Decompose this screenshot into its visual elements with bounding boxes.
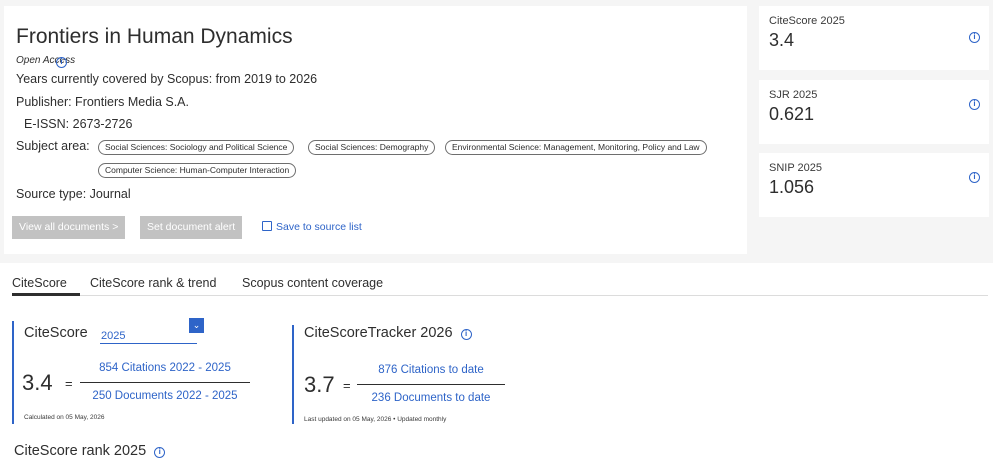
eissn: E-ISSN: 2673-2726 [24, 117, 133, 131]
subject-chip[interactable]: Environmental Science: Management, Monit… [445, 140, 707, 155]
metric-label: CiteScore 2025 [769, 15, 845, 27]
subject-area-label: Subject area: [16, 139, 90, 153]
info-icon[interactable]: i [460, 329, 472, 340]
citescore-rank-title: CiteScore rank 2025 i [14, 443, 166, 459]
tab-citescore-rank-trend[interactable]: CiteScore rank & trend [90, 276, 216, 290]
metric-label: SJR 2025 [769, 89, 818, 101]
tracker-value: 3.7 [304, 372, 335, 397]
tracker-accent-bar [292, 325, 294, 424]
metric-label: SNIP 2025 [769, 162, 823, 174]
chevron-down-icon[interactable]: ⌄ [189, 318, 204, 333]
source-title: Frontiers in Human Dynamics [16, 25, 293, 48]
info-icon[interactable]: i [154, 447, 166, 458]
active-tab-indicator [12, 293, 80, 296]
source-type: Source type: Journal [16, 187, 131, 201]
save-link-label: Save to source list [276, 221, 362, 233]
tracker-updated-date: Last updated on 05 May, 2026 • Updated m… [304, 416, 447, 423]
metric-card-citescore: CiteScore 2025 3.4 i [759, 6, 989, 70]
info-icon[interactable]: i [56, 57, 67, 68]
citescore-denominator-link[interactable]: 250 Documents 2022 - 2025 [80, 390, 250, 402]
info-icon[interactable]: i [969, 172, 980, 183]
tracker-title-text: CiteScoreTracker 2026 [304, 325, 453, 341]
set-document-alert-button[interactable]: Set document alert [140, 216, 243, 239]
info-icon[interactable]: i [969, 32, 980, 43]
tab-citescore[interactable]: CiteScore [12, 276, 67, 290]
fraction-rule [80, 382, 250, 383]
tabs-divider [12, 295, 988, 296]
subject-chip[interactable]: Computer Science: Human-Computer Interac… [98, 163, 297, 178]
citescore-numerator-link[interactable]: 854 Citations 2022 - 2025 [80, 362, 250, 374]
equals-sign: = [65, 376, 73, 391]
save-to-source-list-link[interactable]: Save to source list [262, 221, 362, 233]
tracker-title: CiteScoreTracker 2026 i [304, 325, 472, 341]
year-select[interactable]: 2025 [100, 330, 197, 344]
tab-scopus-content-coverage[interactable]: Scopus content coverage [242, 276, 383, 290]
citescore-value: 3.4 [22, 370, 53, 395]
citescore-accent-bar [12, 321, 14, 424]
metric-card-sjr: SJR 2025 0.621 i [759, 80, 989, 144]
view-all-documents-button[interactable]: View all documents > [12, 216, 126, 239]
citescore-title: CiteScore [24, 325, 88, 341]
subject-chip[interactable]: Social Sciences: Sociology and Political… [98, 140, 295, 155]
year-select-value: 2025 [101, 330, 126, 342]
metric-value: 1.056 [769, 177, 815, 197]
metric-value: 3.4 [769, 30, 795, 50]
metric-card-snip: SNIP 2025 1.056 i [759, 153, 989, 217]
publisher: Publisher: Frontiers Media S.A. [16, 95, 189, 109]
save-icon [262, 221, 272, 231]
equals-sign: = [343, 378, 351, 393]
subject-chip[interactable]: Social Sciences: Demography [308, 140, 436, 155]
citescore-calculated-date: Calculated on 05 May, 2026 [24, 414, 105, 421]
info-icon[interactable]: i [969, 99, 980, 110]
rank-title-text: CiteScore rank 2025 [14, 443, 147, 459]
fraction-rule [357, 384, 505, 385]
tracker-denominator-link[interactable]: 236 Documents to date [357, 392, 505, 404]
metric-value: 0.621 [769, 104, 815, 124]
tracker-numerator-link[interactable]: 876 Citations to date [357, 364, 505, 376]
years-covered: Years currently covered by Scopus: from … [16, 72, 318, 86]
